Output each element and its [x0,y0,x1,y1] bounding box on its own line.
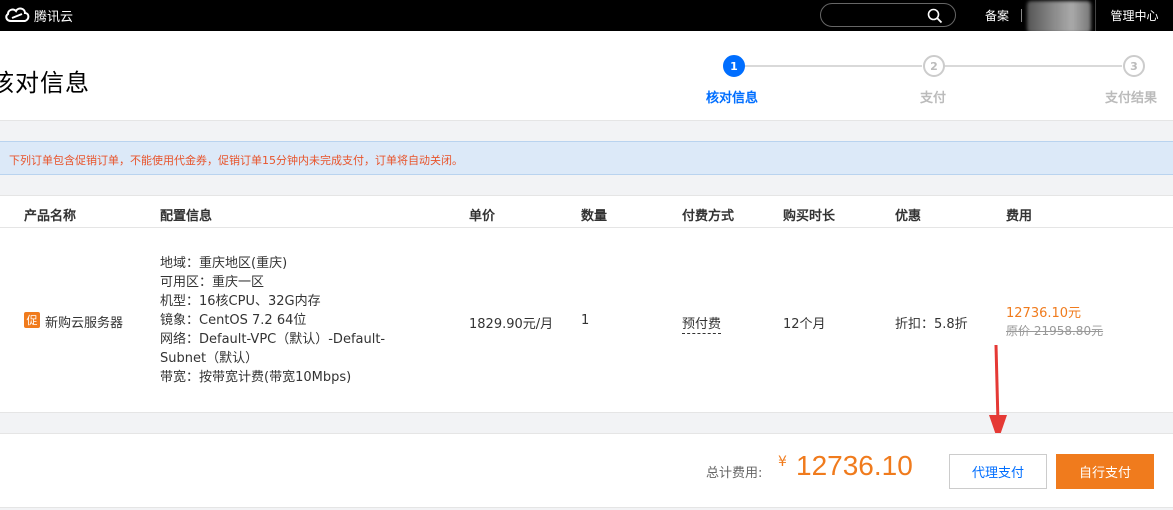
step-3-indicator: 3 [1123,55,1145,77]
column-header-duration: 购买时长 [783,209,836,224]
total-label: 总计费用: [706,466,763,481]
proxy-pay-button[interactable]: 代理支付 [949,454,1047,489]
brand-name: 腾讯云 [34,9,74,25]
search-icon[interactable] [927,8,943,24]
step-1-label: 核对信息 [706,91,759,106]
config-instance-type: 机型：16核CPU、32G内存 [160,294,321,309]
column-header-product: 产品名称 [24,209,77,224]
column-header-unit-price: 单价 [469,209,496,224]
column-header-quantity: 数量 [581,209,608,224]
total-amount: 12736.10 [796,450,913,481]
config-image: 镜象：CentOS 7.2 64位 [160,313,307,328]
top-navbar: 腾讯云 备案 管理中心 [0,0,1173,33]
column-header-discount: 优惠 [895,209,922,224]
duration: 12个月 [783,317,826,332]
search-input[interactable] [820,3,956,27]
avatar[interactable] [1027,1,1091,33]
step-2-indicator: 2 [923,55,945,77]
self-pay-button[interactable]: 自行支付 [1056,454,1154,489]
config-zone: 可用区：重庆一区 [160,275,265,290]
brand-logo[interactable]: 腾讯云 [4,4,73,26]
currency-symbol: ¥ [778,454,787,470]
step-2-label: 支付 [920,91,947,106]
checkout-footer: 总计费用: ¥ 12736.10 代理支付 自行支付 [0,433,1173,508]
promo-notice: 下列订单包含促销订单，不能使用代金券，促销订单15分钟内未完成支付，订单将自动关… [0,141,1173,175]
step-1-indicator: 1 [723,55,745,77]
unit-price: 1829.90元/月 [469,317,554,332]
page-title: 核对信息 [0,69,90,97]
step-connector [944,65,1122,67]
nav-beian-link[interactable]: 备案 [985,7,1009,24]
annotation-arrow-icon [989,345,1007,441]
header-panel: 核对信息 1 核对信息 2 支付 3 支付结果 [0,31,1173,121]
column-header-pay-method: 付费方式 [682,209,735,224]
cloud-logo-icon [5,7,30,22]
table-header-divider [0,227,1173,228]
quantity: 1 [581,313,590,328]
nav-divider [1021,9,1022,22]
product-name: 新购云服务器 [45,316,124,331]
config-bandwidth: 带宽：按带宽计费(带宽10Mbps) [160,370,352,385]
step-3-label: 支付结果 [1105,91,1158,106]
original-fee: 原价 21958.80元 [1006,324,1104,338]
pay-method[interactable]: 预付费 [682,313,722,334]
discount: 折扣：5.8折 [895,317,968,332]
config-network: 网络：Default-VPC（默认）-Default-Subnet（默认） [160,332,386,366]
fee-amount: 12736.10元 [1006,306,1082,321]
config-info: 地域：重庆地区(重庆) 可用区：重庆一区 机型：16核CPU、32G内存 镜象：… [160,254,410,387]
step-connector [744,65,922,67]
column-header-fee: 费用 [1006,209,1033,224]
promo-badge: 促 [24,312,40,328]
console-link[interactable]: 管理中心 [1095,0,1173,31]
config-region: 地域：重庆地区(重庆) [160,256,288,271]
column-header-config: 配置信息 [160,209,213,224]
